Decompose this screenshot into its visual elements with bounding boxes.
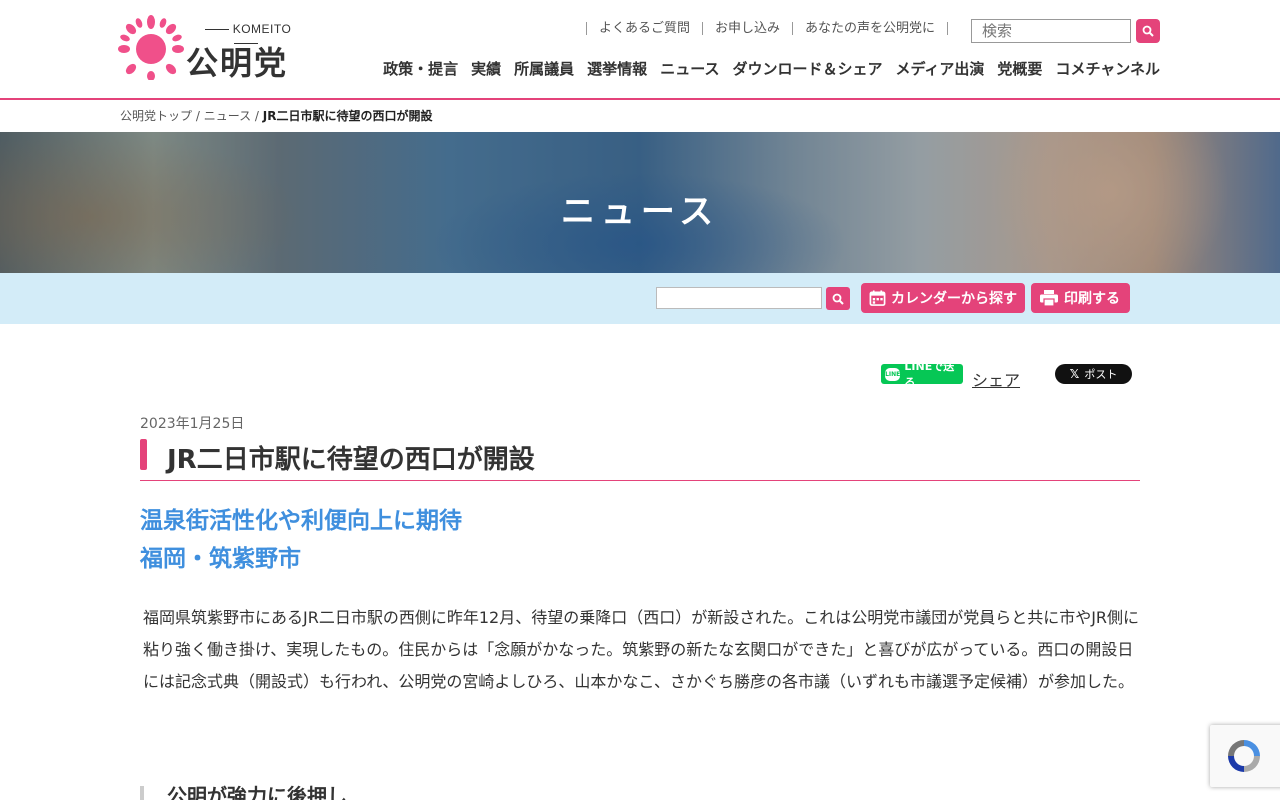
logo-japanese-text: 公明党 [186,44,289,82]
site-search-button[interactable] [1136,19,1160,43]
title-divider [140,480,1140,481]
article-body: 福岡県筑紫野市にあるJR二日市駅の西側に昨年12月、待望の乗降口（西口）が新設さ… [143,608,1140,691]
search-icon [1142,25,1154,37]
breadcrumb-separator: / [251,109,263,123]
line-logo-icon: LINE [885,367,901,381]
nav-item-download[interactable]: ダウンロード＆シェア [732,58,882,79]
nav-item-members[interactable]: 所属議員 [514,58,574,79]
x-post-button[interactable]: 𝕏 ポスト [1055,364,1132,384]
calendar-search-button[interactable]: カレンダーから探す [861,283,1025,313]
hero-title: ニュース [560,192,720,232]
article-subtitle: 温泉街活性化や利便向上に期待 福岡・筑紫野市 [140,502,462,578]
nav-item-achievements[interactable]: 実績 [471,58,501,79]
article-title: JR二日市駅に待望の西口が開設 [167,445,535,475]
nav-item-policy[interactable]: 政策・提言 [383,58,458,79]
breadcrumb-separator: / [192,109,204,123]
breadcrumb: 公明党トップ / ニュース / JR二日市駅に待望の西口が開設 [120,107,432,124]
subtitle-line-1: 温泉街活性化や利便向上に期待 [140,508,462,534]
nav-item-news[interactable]: ニュース [660,58,719,79]
printer-icon [1040,290,1058,307]
hero-banner: ニュース [0,132,1280,273]
print-button[interactable]: 印刷する [1031,283,1130,313]
section-heading: 公明が強力に後押し [167,784,347,800]
utility-nav: よくあるご質問 お申し込み あなたの声を公明党に [586,22,949,35]
nav-item-election[interactable]: 選挙情報 [587,58,647,79]
nav-item-media[interactable]: メディア出演 [895,58,984,79]
breadcrumb-news[interactable]: ニュース [204,109,251,123]
title-accent-bar [140,439,147,470]
news-toolbar: カレンダーから探す 印刷する [0,273,1280,324]
facebook-share-link[interactable]: シェア [972,367,1020,391]
breadcrumb-home[interactable]: 公明党トップ [120,109,192,123]
x-post-label: ポスト [1084,368,1118,381]
recaptcha-badge[interactable] [1210,725,1280,787]
x-logo-icon: 𝕏 [1069,367,1080,381]
breadcrumb-current: JR二日市駅に待望の西口が開設 [262,109,433,123]
section-accent-bar [140,786,144,800]
sun-logo-icon [118,15,184,80]
line-share-label: LINEで送る [904,360,955,389]
site-header: KOMEITO 公明党 よくあるご質問 お申し込み あなたの声を公明党に 検索 … [0,0,1280,100]
article-date: 2023年1月25日 [140,416,245,432]
print-label: 印刷する [1064,291,1120,307]
nav-item-about[interactable]: 党概要 [997,58,1042,79]
utility-link-voice[interactable]: あなたの声を公明党に [792,22,947,35]
calendar-search-label: カレンダーから探す [891,291,1017,307]
utility-link-apply[interactable]: お申し込み [702,22,792,35]
line-share-button[interactable]: LINE LINEで送る [881,360,963,389]
search-icon [832,293,844,305]
news-search-input[interactable] [656,287,822,309]
site-search-input[interactable]: 検索 [971,19,1131,43]
global-nav: 政策・提言 実績 所属議員 選挙情報 ニュース ダウンロード＆シェア メディア出… [370,58,1160,79]
recaptcha-icon [1228,740,1260,772]
utility-link-faq[interactable]: よくあるご質問 [586,22,702,35]
subtitle-line-2: 福岡・筑紫野市 [140,546,301,572]
site-logo[interactable]: KOMEITO 公明党 [118,12,308,82]
utility-divider [947,22,949,35]
nav-item-channel[interactable]: コメチャンネル [1055,58,1160,79]
calendar-icon [869,290,886,306]
news-search-button[interactable] [826,287,850,310]
